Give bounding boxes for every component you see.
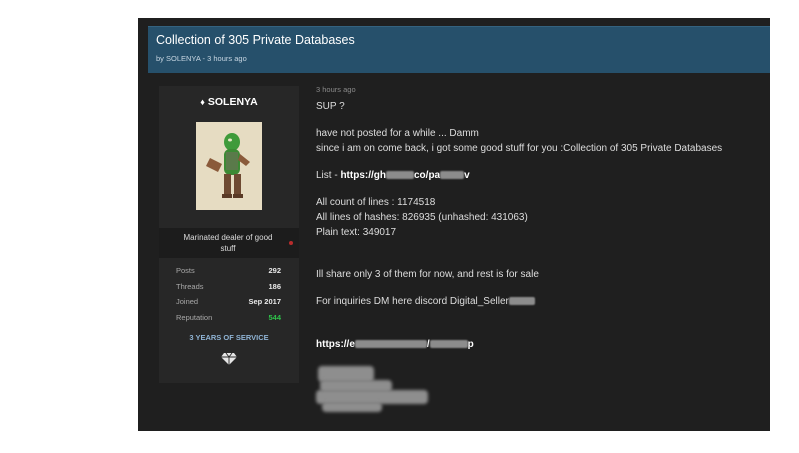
post-link[interactable]: https://e / p [316, 339, 474, 350]
post-greeting: SUP ? [316, 101, 345, 112]
url-line: https://e / p [316, 339, 474, 350]
post-list-line: List - https://gh co/pa v [316, 170, 470, 181]
username-link[interactable]: ♦ SOLENYA [159, 96, 299, 108]
stat-value: 186 [268, 281, 281, 291]
list-link[interactable]: https://gh co/pa v [340, 170, 469, 181]
redaction [354, 340, 427, 349]
stat-label: Threads [176, 281, 204, 291]
post-link-part: p [467, 339, 474, 350]
thread-header: Collection of 305 Private Databases by S… [148, 26, 770, 73]
redaction [508, 297, 535, 306]
count-lines: All count of lines : 1174518 [316, 197, 436, 208]
stat-value: 292 [268, 266, 281, 275]
post-link-part: https://e [316, 339, 355, 350]
user-title-box: Marinated dealer of good stuff [159, 228, 299, 258]
status-dot [289, 241, 293, 245]
post-timestamp[interactable]: 3 hours ago [316, 85, 356, 94]
stat-joined: Joined Sep 2017 [159, 297, 299, 313]
list-link-part: https://gh [340, 170, 386, 181]
post-intro-1: have not posted for a while ... Damm [316, 128, 479, 139]
user-title: Marinated dealer of good stuff [183, 233, 273, 253]
stat-label: Joined [176, 297, 199, 306]
plain-text-count: Plain text: 349017 [316, 227, 397, 238]
user-stats: Posts 292 Threads 186 Joined Sep 2017 Re… [159, 266, 299, 328]
stat-reputation: Reputation 544 [159, 313, 299, 329]
hash-lines: All lines of hashes: 826935 (unhashed: 4… [316, 212, 528, 223]
service-badge-text: 3 YEARS OF SERVICE [189, 333, 269, 342]
inquiries-text: For inquiries DM here discord Digital_Se… [316, 296, 509, 307]
redaction [429, 340, 468, 349]
list-label: List - [316, 170, 341, 181]
stat-posts: Posts 292 [159, 266, 299, 282]
thread-byline: by SOLENYA - 3 hours ago [156, 54, 247, 63]
list-link-part: v [464, 170, 470, 181]
pickle-character-image [196, 122, 262, 210]
share-note: Ill share only 3 of them for now, and re… [316, 269, 539, 280]
diamond-icon: ♦ [200, 97, 205, 107]
thread-title: Collection of 305 Private Databases [156, 33, 355, 47]
stat-value: Sep 2017 [248, 297, 281, 306]
stat-label: Reputation [176, 312, 213, 322]
stat-label: Posts [176, 266, 195, 275]
redaction [386, 171, 414, 180]
redaction [440, 171, 465, 180]
avatar[interactable] [196, 122, 262, 210]
diamond-badge-icon [221, 352, 237, 366]
post-intro-2: since i am on come back, i got some good… [316, 143, 723, 154]
forum-window: Collection of 305 Private Databases by S… [138, 18, 770, 431]
user-panel: ♦SOLENYA Marinated dealer of good stuff [159, 86, 299, 383]
username-text: SOLENYA [207, 96, 258, 108]
redaction [322, 402, 382, 412]
inquiries-line: For inquiries DM here discord Digital_Se… [316, 296, 535, 307]
list-link-part: co/pa [414, 170, 441, 181]
stat-threads: Threads 186 [159, 282, 299, 298]
reputation-value[interactable]: 544 [268, 313, 281, 322]
